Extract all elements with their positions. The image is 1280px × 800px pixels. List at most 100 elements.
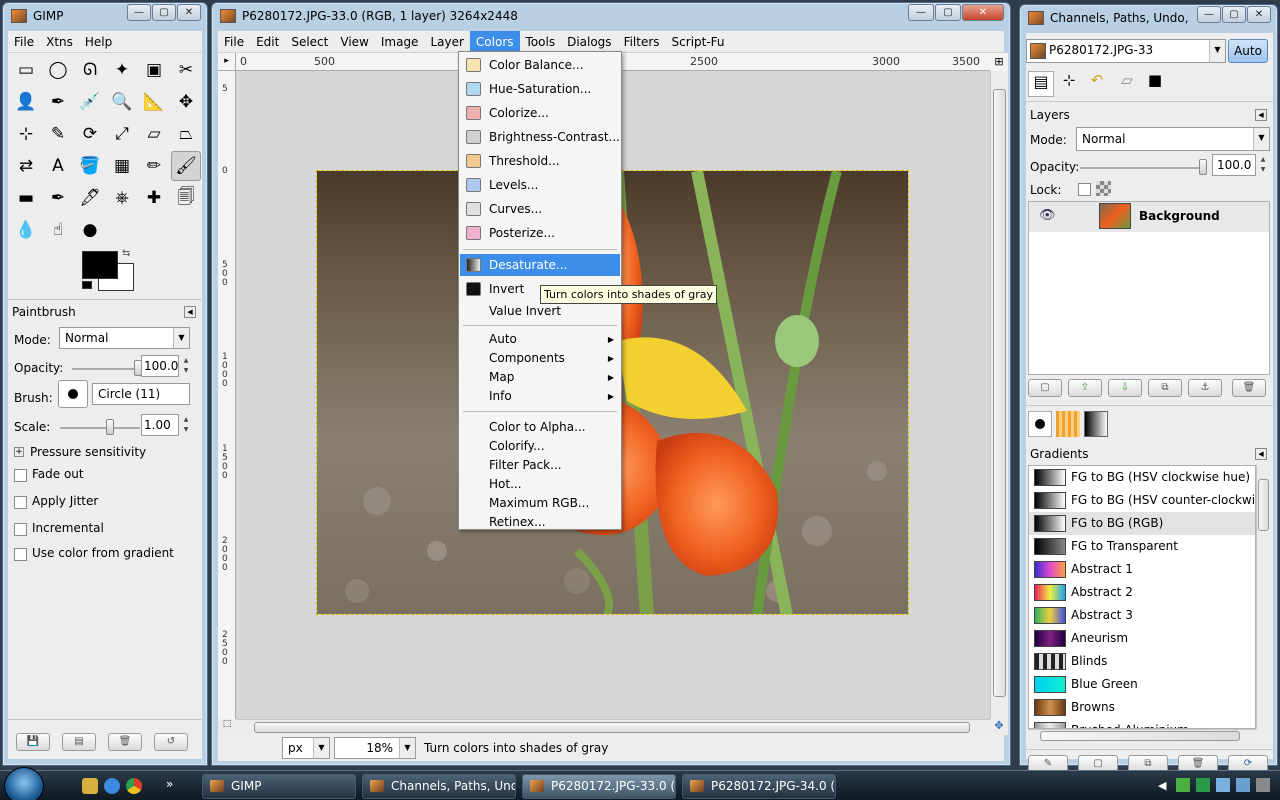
navigate-icon[interactable]: ⊞ — [990, 53, 1008, 71]
scale-input[interactable]: 1.00 — [141, 414, 179, 436]
minimize-button[interactable]: — — [908, 4, 934, 21]
menu-xtns[interactable]: Xtns — [40, 31, 79, 53]
gradients-hscrollbar[interactable] — [1028, 729, 1256, 743]
align-icon[interactable]: ⊹ — [11, 119, 41, 149]
airbrush-icon[interactable]: ✒ — [43, 183, 73, 213]
layer-opacity-spinner[interactable]: ▲ ▼ — [1258, 155, 1268, 175]
apply-jitter-label[interactable]: Apply Jitter — [32, 494, 98, 508]
gradient-row[interactable]: FG to BG (HSV counter-clockwise) — [1029, 489, 1255, 512]
scale-icon[interactable]: ⤢ — [107, 119, 137, 149]
menu-item-colorify[interactable]: Colorify... — [460, 437, 620, 456]
incremental-checkbox[interactable] — [14, 523, 27, 536]
horizontal-scrollbar[interactable] — [236, 719, 990, 735]
dock-titlebar[interactable]: Channels, Paths, Undo, ... — ▢ ✕ — [1020, 5, 1277, 31]
blend-icon[interactable]: ▦ — [107, 151, 137, 181]
clone-icon[interactable]: ⎈ — [107, 183, 137, 213]
eye-icon[interactable]: 👁 — [1039, 208, 1056, 223]
opacity-input[interactable]: 100.0 — [141, 355, 179, 377]
menu-item-maximum-rgb[interactable]: Maximum RGB... — [460, 494, 620, 513]
menu-item-hue-saturation[interactable]: Hue-Saturation... — [460, 78, 620, 100]
measure-icon[interactable]: 📐 — [139, 87, 169, 117]
internet-explorer-icon[interactable] — [104, 778, 120, 794]
lower-layer-button[interactable]: ⇩ — [1108, 379, 1142, 397]
reset-options-button[interactable]: ↺ — [154, 733, 188, 751]
taskbar-button-4[interactable]: P6280172.JPG-34.0 (... — [682, 774, 836, 799]
gradient-row[interactable]: FG to BG (RGB) — [1029, 512, 1255, 535]
tab-undo[interactable]: ↶ — [1084, 71, 1110, 97]
foreground-color-swatch[interactable] — [82, 251, 118, 279]
eraser-icon[interactable]: ▬ — [11, 183, 41, 213]
tab-patterns[interactable] — [1056, 411, 1080, 437]
gradient-row[interactable]: Blinds — [1029, 650, 1255, 673]
toolbox-titlebar[interactable]: GIMP — ▢ ✕ — [3, 3, 207, 29]
gradient-row[interactable]: Brushed Aluminium — [1029, 719, 1255, 728]
menu-image[interactable]: Image — [375, 31, 425, 53]
ruler-corner[interactable]: ▸ — [218, 53, 236, 71]
gradient-row[interactable]: FG to BG (HSV clockwise hue) — [1029, 466, 1255, 489]
menu-item-auto[interactable]: Auto ▶ — [460, 330, 620, 349]
tab-layers[interactable]: ▤ — [1028, 71, 1054, 97]
maximize-button[interactable]: ▢ — [152, 4, 176, 21]
menu-edit[interactable]: Edit — [250, 31, 285, 53]
menu-item-color-to-alpha[interactable]: Color to Alpha... — [460, 418, 620, 437]
layer-opacity-input[interactable]: 100.0 — [1212, 154, 1256, 176]
fade-out-label[interactable]: Fade out — [32, 467, 84, 481]
gradient-row[interactable]: Browns — [1029, 696, 1255, 719]
tray-monitor-icon[interactable] — [1216, 778, 1230, 792]
zoom-select[interactable]: 18% ▼ — [334, 737, 416, 759]
horizontal-scroll-thumb[interactable] — [254, 722, 970, 733]
menu-item-info[interactable]: Info ▶ — [460, 387, 620, 406]
taskbar-button-2[interactable]: Channels, Paths, Und... — [362, 774, 516, 799]
fade-out-checkbox[interactable] — [14, 469, 27, 482]
move-icon[interactable]: ✥ — [171, 87, 201, 117]
menu-item-color-balance[interactable]: Color Balance... — [460, 54, 620, 76]
vertical-ruler[interactable]: 5 0 500 1000 1500 2000 2500 — [218, 71, 236, 719]
default-colors-icon[interactable] — [82, 281, 92, 289]
smudge-icon[interactable]: ☝ — [43, 215, 73, 245]
mode-select[interactable]: Normal ▼ — [59, 327, 190, 349]
duplicate-layer-button[interactable]: ⧉ — [1148, 379, 1182, 397]
menu-item-brightness-contrast[interactable]: Brightness-Contrast... — [460, 126, 620, 148]
new-layer-button[interactable]: ▢ — [1028, 379, 1062, 397]
vertical-scroll-thumb[interactable] — [993, 89, 1006, 697]
taskbar-button-1[interactable]: GIMP — [202, 774, 356, 799]
delete-options-button[interactable]: 🗑 — [108, 733, 142, 751]
tab-menu-icon[interactable]: ◀ — [184, 306, 196, 318]
free-select-icon[interactable]: ᘏ — [75, 55, 105, 85]
rect-select-icon[interactable]: ▭ — [11, 55, 41, 85]
perspective-icon[interactable]: ⏢ — [171, 119, 201, 149]
scale-spinner[interactable]: ▲ ▼ — [181, 415, 191, 435]
color-select-icon[interactable]: ▣ — [139, 55, 169, 85]
paths-icon[interactable]: ✒ — [43, 87, 73, 117]
opacity-spinner[interactable]: ▲ ▼ — [181, 356, 191, 376]
chrome-icon[interactable] — [126, 778, 142, 794]
tray-volume-icon[interactable] — [1236, 778, 1250, 792]
tab-colors[interactable]: ■ — [1142, 71, 1168, 97]
tab-brushes[interactable] — [1028, 411, 1052, 437]
layer-row[interactable]: 👁 Background — [1029, 202, 1269, 232]
tab-menu-icon[interactable]: ◀ — [1255, 109, 1267, 121]
menu-item-levels[interactable]: Levels... — [460, 174, 620, 196]
pencil-icon[interactable]: ✏ — [139, 151, 169, 181]
flip-icon[interactable]: ⇄ — [11, 151, 41, 181]
fuzzy-select-icon[interactable]: ✦ — [107, 55, 137, 85]
text-icon[interactable]: A — [43, 151, 73, 181]
brush-preview-button[interactable] — [58, 380, 88, 408]
tray-nvidia-icon[interactable] — [1176, 778, 1190, 792]
save-options-button[interactable]: 💾 — [16, 733, 50, 751]
unit-select[interactable]: px ▼ — [282, 737, 330, 759]
gradients-scrollbar[interactable] — [1256, 465, 1270, 729]
maximize-button[interactable]: ▢ — [935, 4, 961, 21]
opacity-slider-track[interactable] — [72, 368, 138, 370]
pressure-expander[interactable]: + — [14, 447, 24, 457]
blur-icon[interactable]: 💧 — [11, 215, 41, 245]
menu-item-posterize[interactable]: Posterize... — [460, 222, 620, 244]
menu-item-filter-pack[interactable]: Filter Pack... — [460, 456, 620, 475]
menu-item-components[interactable]: Components ▶ — [460, 349, 620, 368]
tab-paths[interactable]: ▱ — [1114, 71, 1140, 97]
menu-tools[interactable]: Tools — [520, 31, 562, 53]
show-desktop-icon[interactable] — [82, 778, 98, 794]
menu-file[interactable]: File — [8, 31, 40, 53]
gradients-hscroll-thumb[interactable] — [1040, 731, 1240, 741]
menu-item-desaturate[interactable]: Desaturate... — [460, 254, 620, 276]
